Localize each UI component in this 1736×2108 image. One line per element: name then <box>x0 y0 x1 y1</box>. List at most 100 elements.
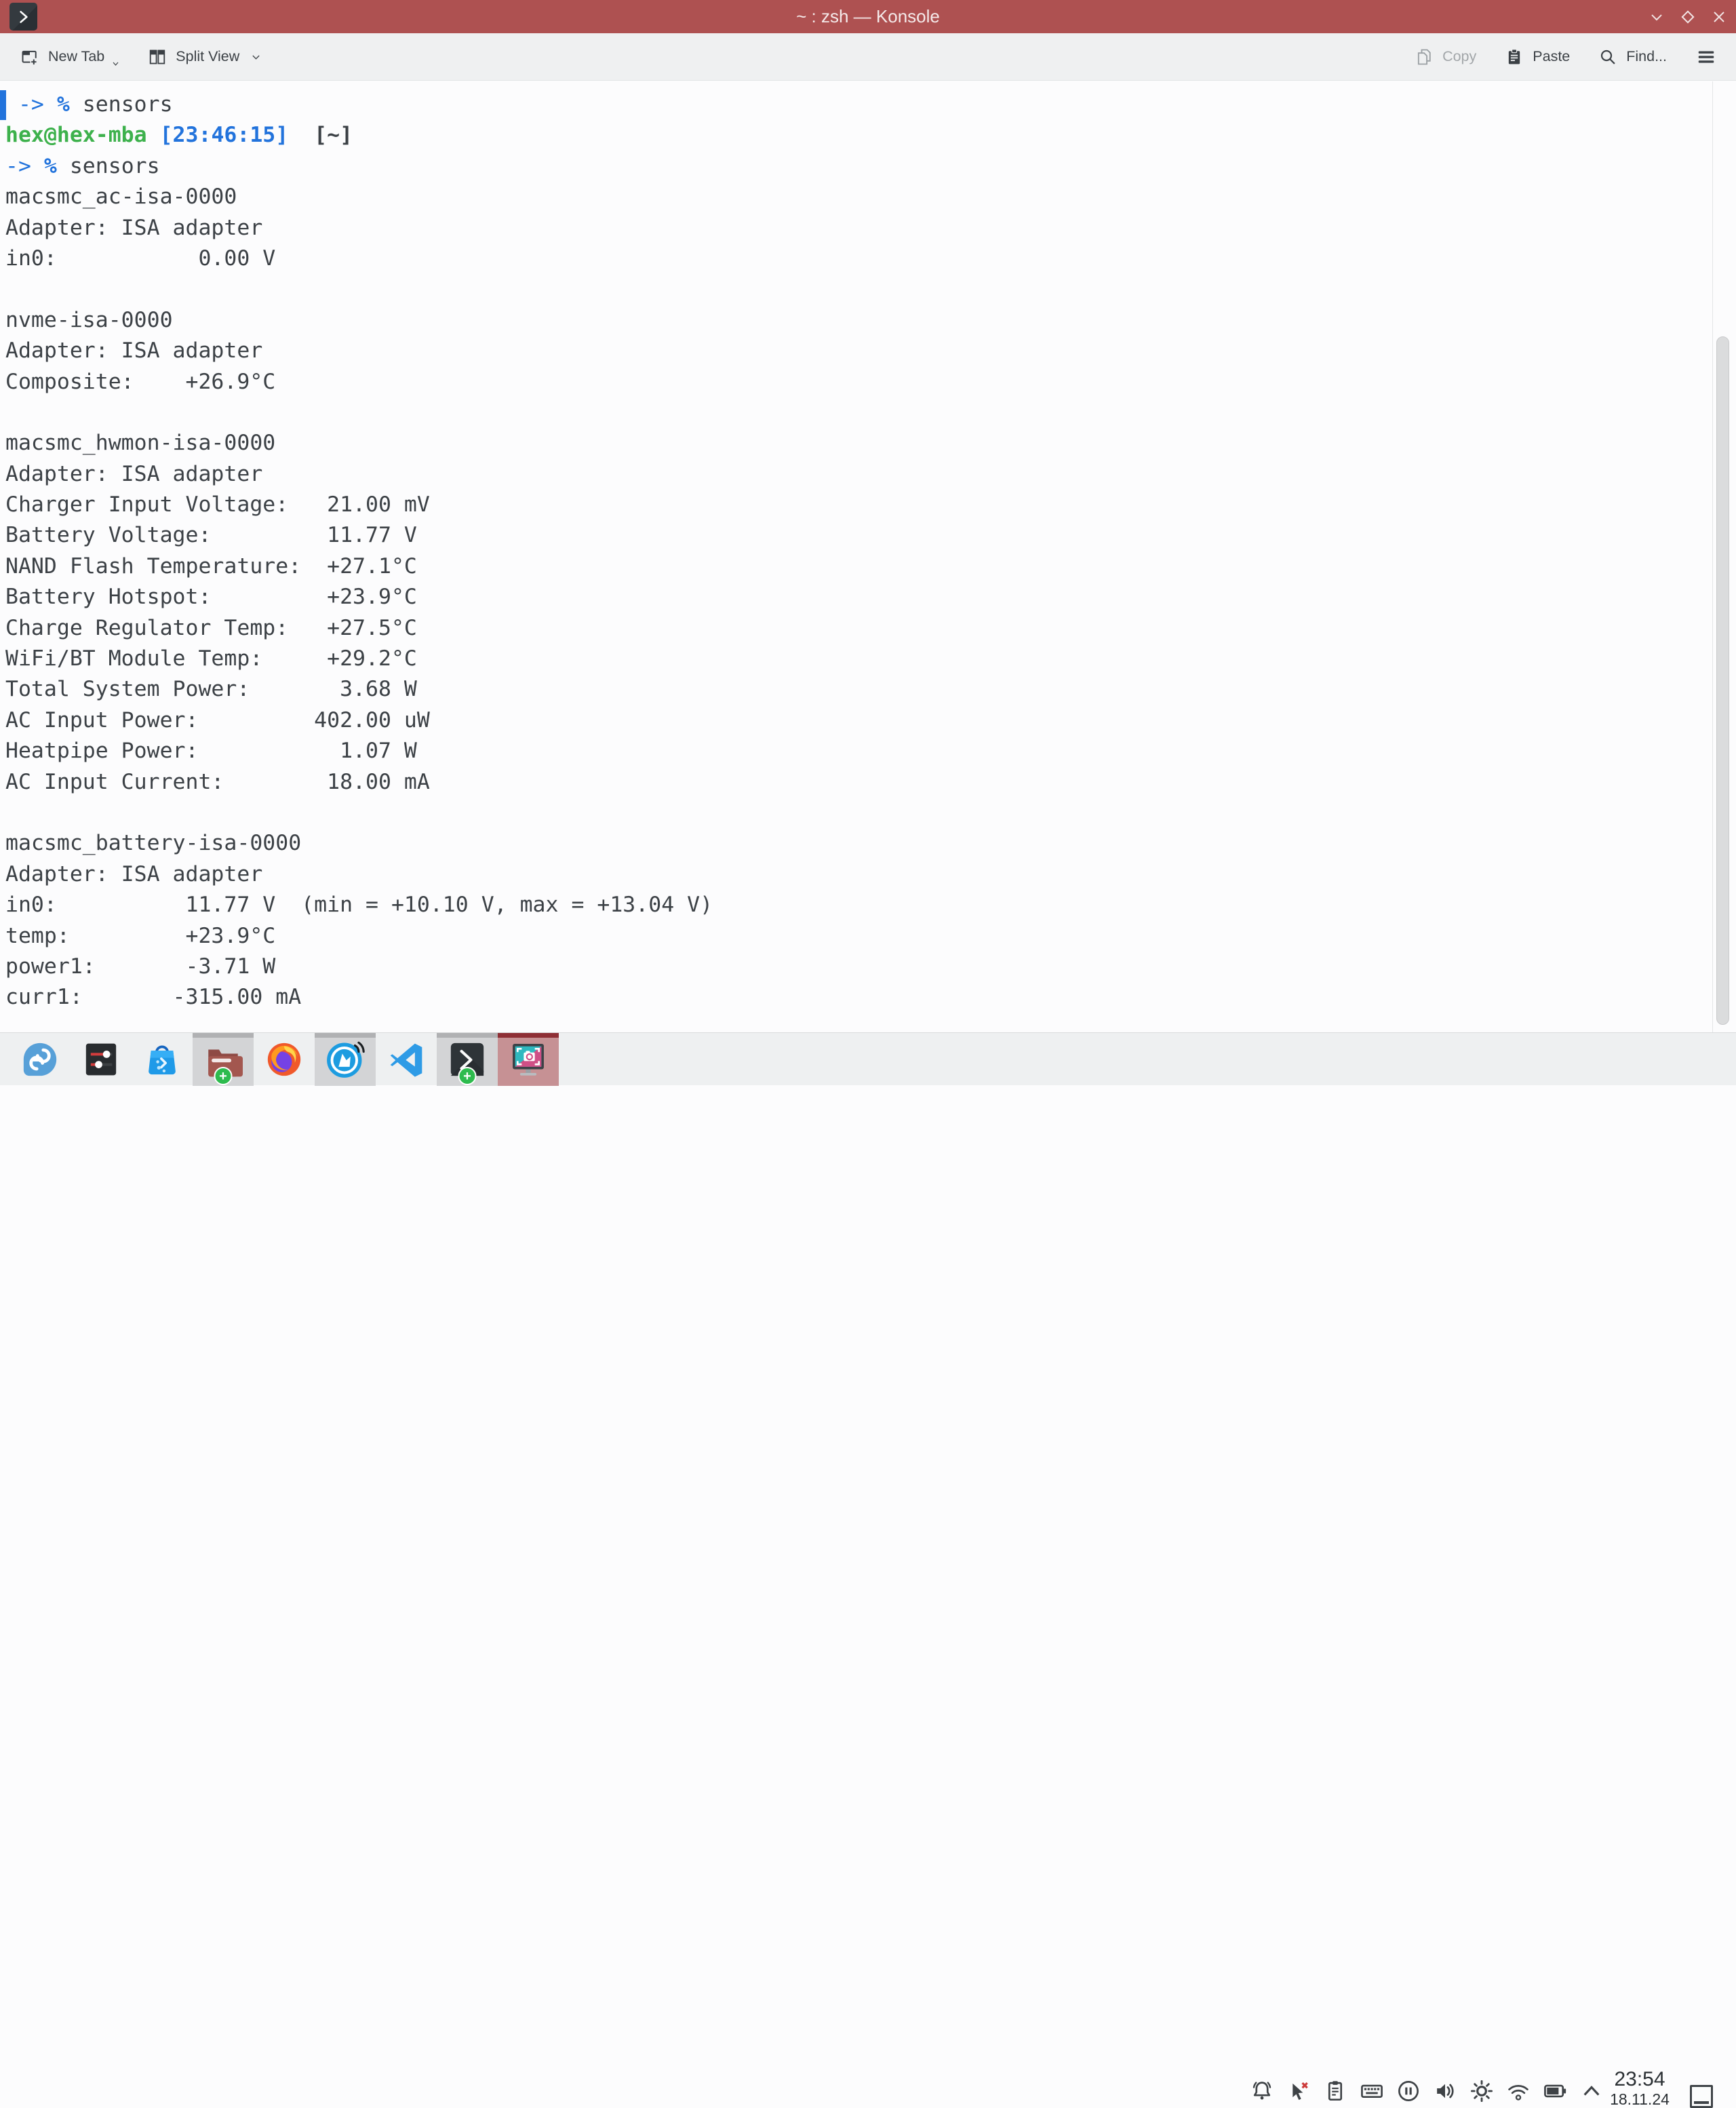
settings-sliders-icon <box>82 1040 120 1078</box>
minimize-button[interactable] <box>1646 7 1667 27</box>
terminal-line: Charge Regulator Temp: +27.5°C <box>5 613 1736 644</box>
terminal-line: macsmc_battery-isa-0000 <box>5 828 1736 859</box>
terminal-line: in0: 11.77 V (min = +10.10 V, max = +13.… <box>5 890 1736 920</box>
scrollbar-thumb[interactable] <box>1716 336 1729 1025</box>
terminal-line: AC Input Current: 18.00 mA <box>5 767 1736 798</box>
new-items-badge: + <box>458 1067 477 1085</box>
file-manager-app[interactable]: + <box>193 1033 254 1086</box>
prompt-continuation-bar <box>0 90 6 120</box>
paste-button[interactable]: Paste <box>1505 47 1570 66</box>
hamburger-menu-icon <box>1695 47 1717 67</box>
software-bag-icon <box>143 1040 181 1078</box>
terminal-line: Adapter: ISA adapter <box>5 336 1736 366</box>
terminal-line: Battery Voltage: 11.77 V <box>5 520 1736 551</box>
new-tab-label: New Tab <box>48 48 104 65</box>
terminal-line: macsmc_ac-isa-0000 <box>5 182 1736 212</box>
new-tab-icon <box>20 47 39 66</box>
notifications-tray-item[interactable] <box>1249 2078 1275 2104</box>
system-settings-app[interactable] <box>71 1033 132 1086</box>
terminal-line <box>5 397 1736 428</box>
close-icon <box>1710 7 1729 26</box>
bell-icon <box>1249 2078 1275 2104</box>
keyboard-icon <box>1359 2078 1385 2104</box>
paste-icon <box>1505 47 1524 66</box>
discover-software-app[interactable] <box>132 1033 193 1086</box>
terminal-line <box>5 274 1736 305</box>
terminal-line: hex@hex-mba [23:46:15] [~] <box>5 120 1736 151</box>
new-tab-button[interactable]: New Tab <box>20 47 121 66</box>
spectacle-icon <box>509 1040 548 1079</box>
digital-clock[interactable]: 23:54 18.11.24 <box>1604 2069 1675 2108</box>
brightness-sun-icon <box>1469 2078 1495 2104</box>
paste-label: Paste <box>1533 48 1570 65</box>
terminal-output: -> % sensorshex@hex-mba [23:46:15] [~]->… <box>0 81 1736 1013</box>
search-icon <box>1598 47 1617 66</box>
maximize-button[interactable] <box>1678 7 1698 27</box>
hamburger-menu-button[interactable] <box>1695 47 1717 67</box>
wifi-icon <box>1505 2078 1531 2104</box>
terminal-line: in0: 0.00 V <box>5 243 1736 274</box>
expand-tray-item[interactable] <box>1579 2078 1604 2104</box>
firefox-icon <box>264 1040 304 1079</box>
terminal-line: nvme-isa-0000 <box>5 305 1736 336</box>
window-title: ~ : zsh — Konsole <box>0 0 1736 33</box>
battery-tray-item[interactable] <box>1542 2078 1568 2104</box>
wolf-media-app[interactable] <box>315 1033 376 1086</box>
terminal-line: power1: -3.71 W <box>5 952 1736 982</box>
terminal-line: Adapter: ISA adapter <box>5 459 1736 490</box>
chevron-up-icon <box>1579 2078 1604 2104</box>
split-view-icon <box>148 47 167 66</box>
clipboard-tray-item[interactable] <box>1322 2078 1348 2104</box>
taskbar-panel: + <box>0 1032 1736 1085</box>
brightness-tray-item[interactable] <box>1469 2078 1495 2104</box>
pointer-disabled-tray-item[interactable] <box>1286 2078 1311 2104</box>
split-view-label: Split View <box>176 48 239 65</box>
clock-time: 23:54 <box>1604 2069 1675 2090</box>
copy-icon <box>1415 47 1434 66</box>
konsole-toolbar: New Tab Split View Copy <box>0 33 1736 81</box>
terminal-line: macsmc_hwmon-isa-0000 <box>5 428 1736 458</box>
terminal-line: -> % sensors <box>5 90 1736 120</box>
terminal-line: Charger Input Voltage: 21.00 mV <box>5 490 1736 520</box>
split-view-button[interactable]: Split View <box>148 47 262 66</box>
terminal-line <box>5 798 1736 828</box>
close-button[interactable] <box>1709 7 1729 27</box>
terminal-line: WiFi/BT Module Temp: +29.2°C <box>5 644 1736 674</box>
terminal-line: curr1: -315.00 mA <box>5 982 1736 1013</box>
copy-label: Copy <box>1442 48 1476 65</box>
spectacle-screenshot-task[interactable] <box>498 1033 559 1086</box>
terminal-line: NAND Flash Temperature: +27.1°C <box>5 551 1736 582</box>
vscode-icon <box>387 1040 425 1078</box>
terminal-line: temp: +23.9°C <box>5 921 1736 952</box>
volume-tray-item[interactable] <box>1432 2078 1458 2104</box>
window-titlebar: ~ : zsh — Konsole <box>0 0 1736 33</box>
clock-date: 18.11.24 <box>1604 2090 1675 2108</box>
pause-circle-icon <box>1396 2078 1421 2104</box>
terminal-line: Composite: +26.9°C <box>5 367 1736 397</box>
vscode-app[interactable] <box>376 1033 437 1086</box>
find-button[interactable]: Find... <box>1598 47 1667 66</box>
app-launcher-fedora[interactable] <box>9 1033 71 1086</box>
keyboard-tray-item[interactable] <box>1359 2078 1385 2104</box>
new-items-badge: + <box>214 1067 233 1085</box>
terminal-line: -> % sensors <box>5 151 1736 182</box>
terminal-line: Heatpipe Power: 1.07 W <box>5 736 1736 766</box>
media-paused-tray-item[interactable] <box>1396 2078 1421 2104</box>
copy-button[interactable]: Copy <box>1415 47 1476 66</box>
clipboard-icon <box>1322 2078 1348 2104</box>
terminal-viewport[interactable]: -> % sensorshex@hex-mba [23:46:15] [~]->… <box>0 81 1736 1032</box>
speaker-icon <box>1432 2078 1458 2104</box>
terminal-line: Adapter: ISA adapter <box>5 859 1736 890</box>
find-label: Find... <box>1626 48 1667 65</box>
battery-icon <box>1542 2078 1568 2104</box>
minimize-icon <box>1647 7 1666 26</box>
show-desktop-button[interactable] <box>1690 2085 1713 2108</box>
konsole-task[interactable]: + <box>437 1033 498 1086</box>
firefox-app[interactable] <box>254 1033 315 1086</box>
maximize-icon <box>1678 7 1697 26</box>
wifi-tray-item[interactable] <box>1505 2078 1531 2104</box>
fedora-logo-icon <box>20 1040 60 1079</box>
split-view-dropdown-icon <box>250 52 262 62</box>
cursor-disabled-icon <box>1286 2078 1311 2104</box>
system-tray <box>1249 2078 1604 2104</box>
